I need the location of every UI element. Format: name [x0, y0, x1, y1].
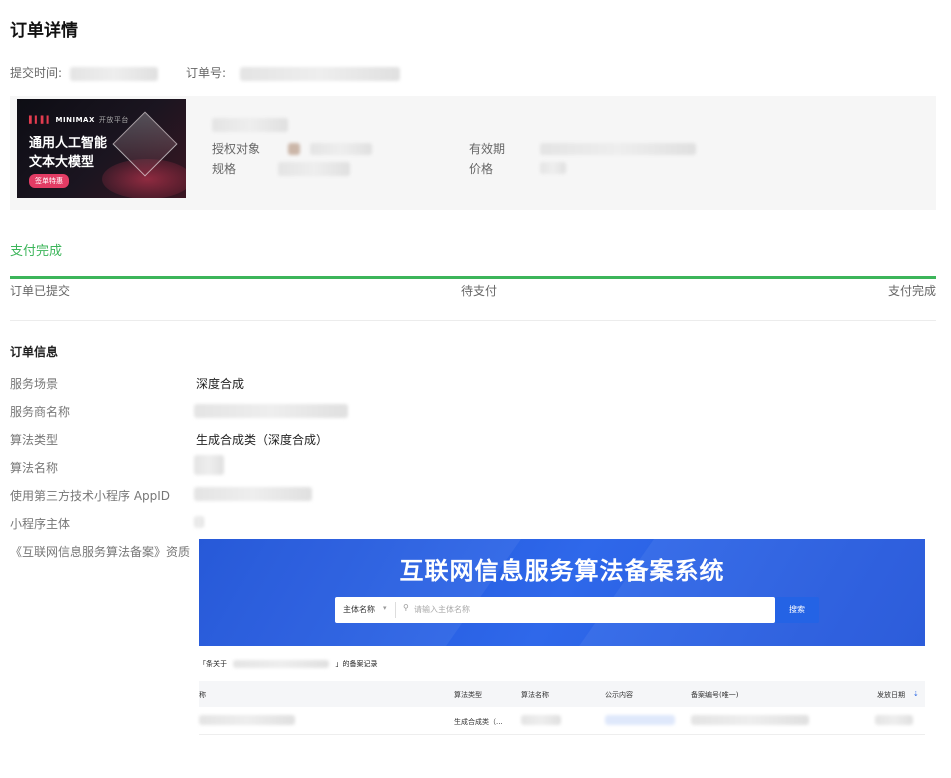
result-suffix: 」的备案记录	[335, 660, 378, 668]
banner-headline-2: 文本大模型	[29, 155, 95, 170]
row-label-mini-program-appid: 使用第三方技术小程序 AppID	[10, 489, 171, 503]
filing-table-header: 称 算法类型 算法名称 公示内容 备案编号(唯一) 发放日期 ⇣	[199, 681, 925, 707]
payment-status: 支付完成	[10, 244, 63, 259]
filing-search-box[interactable]: 主体名称 ▾ ⚲ 请输入主体名称	[335, 597, 775, 623]
spec-value-redacted	[278, 162, 350, 176]
filing-system-banner: 互联网信息服务算法备案系统 主体名称 ▾ ⚲ 请输入主体名称 搜索	[199, 539, 925, 646]
order-number-value-redacted	[239, 66, 400, 81]
row-label-service-scene: 服务场景	[10, 377, 59, 391]
auth-target-label: 授权对象	[212, 142, 261, 156]
chevron-down-icon: ▾	[383, 604, 387, 612]
row-label-mini-program-owner: 小程序主体	[10, 517, 71, 531]
col-algorithm-type: 算法类型	[454, 691, 482, 699]
cell-algorithm-type: 生成合成类（...	[454, 718, 503, 726]
search-button[interactable]: 搜索	[775, 597, 819, 623]
row-label-algorithm-filing: 《互联网信息服务算法备案》资质	[10, 545, 191, 559]
row-value-provider-name-redacted	[194, 404, 348, 418]
col-name: 称	[199, 691, 206, 699]
col-public-content: 公示内容	[605, 691, 633, 699]
row-value-algorithm-type: 生成合成类（深度合成）	[196, 433, 329, 447]
brand-name: MINIMAX	[55, 116, 95, 124]
step-submitted: 订单已提交	[10, 284, 71, 298]
brand-logo: ▌▍▌▍ MINIMAX 开放平台	[29, 115, 129, 125]
col-issue-date[interactable]: 发放日期	[877, 690, 905, 700]
result-prefix: 「条关于	[199, 660, 227, 668]
search-separator	[395, 602, 396, 618]
banner-headline-1: 通用人工智能	[29, 136, 108, 151]
product-name-redacted	[212, 118, 288, 132]
price-value-redacted	[540, 162, 566, 174]
order-number: 订单号:	[186, 64, 400, 81]
row-value-appid-redacted	[194, 487, 312, 501]
auth-target-avatar	[288, 143, 300, 155]
cell-algorithm-name-redacted	[521, 715, 561, 725]
validity-value-redacted	[540, 143, 696, 155]
search-icon: ⚲	[403, 603, 409, 612]
price-label: 价格	[469, 162, 494, 176]
row-value-service-scene: 深度合成	[196, 377, 245, 391]
sort-icon[interactable]: ⇣	[913, 690, 919, 698]
cell-public-content-redacted	[605, 715, 675, 725]
row-label-algorithm-type: 算法类型	[10, 433, 59, 447]
validity-label: 有效期	[469, 142, 506, 156]
submit-time: 提交时间:	[10, 64, 158, 81]
row-value-algorithm-name-redacted	[194, 455, 224, 475]
step-pending-payment: 待支付	[461, 284, 498, 298]
search-scope-select[interactable]: 主体名称	[343, 604, 375, 615]
order-progress-bar	[10, 276, 936, 279]
divider	[10, 320, 936, 321]
cell-issue-date-redacted	[875, 715, 913, 725]
col-algorithm-name: 算法名称	[521, 691, 549, 699]
brand-sub: 开放平台	[98, 116, 129, 124]
filing-system-title: 互联网信息服务算法备案系统	[399, 557, 725, 585]
banner-cta: 签单特惠	[29, 174, 69, 188]
order-info-heading: 订单信息	[10, 345, 59, 359]
submit-time-value-redacted	[69, 66, 158, 81]
row-label-algorithm-name: 算法名称	[10, 461, 59, 475]
submit-time-label: 提交时间:	[10, 66, 63, 80]
cell-filing-number-redacted	[691, 715, 809, 725]
product-banner[interactable]: ▌▍▌▍ MINIMAX 开放平台 通用人工智能 文本大模型 签单特惠	[17, 99, 186, 198]
product-card: ▌▍▌▍ MINIMAX 开放平台 通用人工智能 文本大模型 签单特惠 授权对象 有…	[10, 96, 936, 210]
search-result-summary: 「条关于 」的备案记录	[199, 659, 377, 669]
step-paid: 支付完成	[887, 284, 936, 298]
spec-label: 规格	[212, 162, 237, 176]
algorithm-filing-certificate[interactable]: 互联网信息服务算法备案系统 主体名称 ▾ ⚲ 请输入主体名称 搜索 「条关于 」…	[199, 539, 925, 739]
row-value-owner-redacted	[194, 516, 204, 528]
cell-name-redacted	[199, 715, 295, 725]
auth-target-value-redacted	[310, 143, 372, 155]
filing-table-row: 生成合成类（...	[199, 707, 925, 735]
result-keyword-redacted	[233, 660, 330, 668]
row-label-provider-name: 服务商名称	[10, 405, 71, 419]
col-filing-number: 备案编号(唯一)	[691, 691, 739, 699]
search-input[interactable]: 请输入主体名称	[414, 604, 470, 615]
waveform-icon: ▌▍▌▍	[29, 116, 53, 124]
order-number-label: 订单号:	[186, 66, 227, 80]
page-title: 订单详情	[10, 21, 78, 41]
